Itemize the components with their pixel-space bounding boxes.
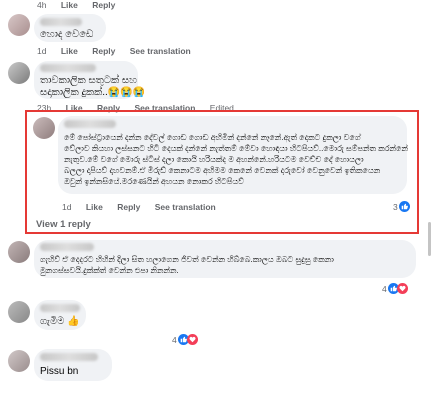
- avatar[interactable]: [33, 117, 55, 139]
- avatar[interactable]: [8, 14, 30, 36]
- comment-text-line: වේලාව කියහා ලස්සනට හිටි දෙයක් දන්නේ නැත්…: [64, 144, 408, 153]
- avatar[interactable]: [8, 350, 30, 372]
- reply-button[interactable]: Reply: [92, 0, 115, 10]
- commenter-name[interactable]: [40, 243, 94, 251]
- comment-time: 4h: [37, 0, 47, 10]
- comment-meta: 1d Like Reply See translation: [62, 202, 228, 212]
- reaction-summary[interactable]: 4: [172, 334, 198, 345]
- comment-text: Pissu bn: [40, 366, 79, 377]
- comment-text-line: නැතුව.මේ වගේ මොරු ස්ටිස් දලා කොයි හරියක්…: [64, 155, 364, 164]
- comment-text: සදාකාලික දුකක්..😭😭😭: [40, 87, 146, 98]
- reaction-count: 3: [393, 201, 398, 212]
- love-reaction-icon: [396, 283, 408, 294]
- reaction-count: 4: [382, 283, 387, 294]
- scrollbar[interactable]: [428, 222, 431, 256]
- avatar[interactable]: [8, 301, 30, 323]
- love-reaction-icon: [186, 334, 198, 345]
- reply-button[interactable]: Reply: [117, 202, 140, 212]
- comment-time: 1d: [37, 46, 47, 56]
- reply-button[interactable]: Reply: [92, 46, 115, 56]
- commenter-name[interactable]: [64, 120, 116, 128]
- avatar[interactable]: [8, 62, 30, 84]
- comment-text: හොද වෙඩෙ: [40, 29, 94, 40]
- commenter-name[interactable]: [40, 64, 96, 72]
- comment-text: මුනගස්සවයි.දුක්ක්ත් වෙන්න එපා නිනන්න.: [40, 266, 179, 275]
- comment-meta: 4h Like Reply: [37, 0, 127, 10]
- reaction-summary[interactable]: 4: [382, 283, 408, 294]
- comment-text: ගැහිව් ඒ දෙදරට හිහින් දිලා සිත හලාගෙන ජි…: [40, 255, 334, 264]
- like-button[interactable]: Like: [86, 202, 103, 212]
- comment-text: ගැමිම 👍: [40, 316, 80, 327]
- see-translation-link[interactable]: See translation: [130, 46, 191, 56]
- commenter-name[interactable]: [40, 304, 80, 312]
- comment-time: 1d: [62, 202, 72, 212]
- see-translation-link[interactable]: See translation: [155, 202, 216, 212]
- like-button[interactable]: Like: [61, 0, 78, 10]
- commenter-name[interactable]: [40, 353, 98, 361]
- reaction-count: 4: [172, 334, 177, 345]
- reaction-summary[interactable]: 3: [393, 201, 410, 212]
- comment-text-line: ඔවුන් ඉන්නසියේ.මරණෙයින් අහයන නොකර හිටපිය…: [64, 177, 244, 186]
- commenter-name[interactable]: [40, 18, 82, 26]
- comment-text-line: මේ පෝස්ට්‍රායෙන් දන්න දේවල් ගොඩ ගොඩ අහිම…: [64, 133, 361, 142]
- like-button[interactable]: Like: [61, 46, 78, 56]
- comment-meta: 1d Like Reply See translation: [37, 46, 203, 56]
- avatar[interactable]: [8, 241, 30, 263]
- comment-text: තාවකාලික සතුටක් සහ: [40, 75, 137, 86]
- like-reaction-icon: [398, 201, 410, 212]
- comment-text-line: බලලා දාපියව් දාහවනම්.ඒ මිරුඩ් කෙනාටම අහි…: [64, 166, 381, 175]
- view-replies-link[interactable]: View 1 reply: [36, 219, 91, 230]
